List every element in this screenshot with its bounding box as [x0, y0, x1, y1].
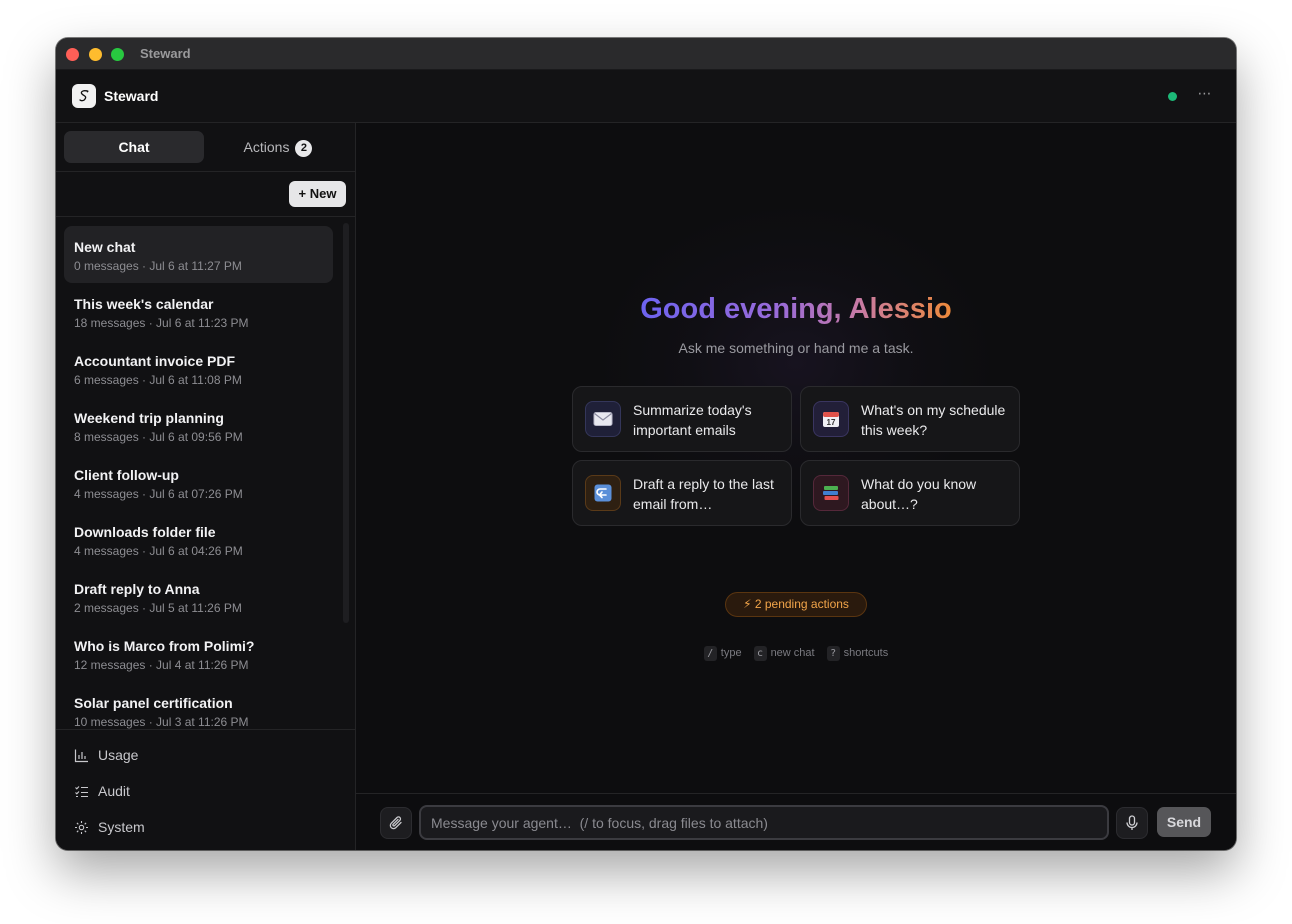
hint-shortcuts: ? shortcuts: [826, 645, 889, 661]
hint-key: c: [753, 645, 767, 661]
chat-list-item[interactable]: Client follow-up 4 messages · Jul 6 at 0…: [64, 454, 333, 511]
hint-label: new chat: [770, 647, 815, 659]
divider: [356, 793, 1236, 794]
chat-list-scrollbar[interactable]: [343, 223, 349, 623]
main-panel: Good evening, Alessio Ask me something o…: [356, 123, 1236, 850]
hint-key: ?: [826, 645, 840, 661]
tab-actions[interactable]: Actions 2: [208, 131, 348, 163]
nav-system[interactable]: System: [74, 817, 145, 837]
tab-chat[interactable]: Chat: [64, 131, 204, 163]
title-bar: Steward: [56, 38, 1236, 70]
suggestion-text: Draft a reply to the last email from…: [633, 476, 774, 512]
chat-list-item[interactable]: Weekend trip planning 8 messages · Jul 6…: [64, 397, 333, 454]
greeting-heading: Good evening, Alessio: [356, 293, 1236, 326]
reply-icon: [585, 475, 621, 511]
calendar-icon: 17: [813, 401, 849, 437]
sidebar-tabs: Chat Actions 2: [64, 131, 348, 163]
new-chat-button[interactable]: + New: [289, 181, 346, 207]
nav-audit[interactable]: Audit: [74, 781, 130, 801]
chat-meta: 6 messages · Jul 6 at 11:08 PM: [74, 373, 242, 387]
hint-new-chat: c new chat: [753, 645, 815, 661]
more-options-icon[interactable]: ⋯: [1194, 84, 1216, 106]
suggestion-card-schedule[interactable]: 17 What's on my schedule this week?: [800, 386, 1020, 452]
send-button[interactable]: Send: [1157, 807, 1211, 837]
checklist-icon: [75, 785, 88, 797]
nav-audit-label: Audit: [98, 783, 130, 799]
suggestion-text: What's on my schedule this week?: [861, 402, 1006, 438]
close-window-button[interactable]: [66, 48, 79, 61]
window-title: Steward: [140, 46, 191, 61]
microphone-icon: [1126, 815, 1138, 830]
chat-meta: 12 messages · Jul 4 at 11:26 PM: [74, 658, 249, 672]
chat-meta: 10 messages · Jul 3 at 11:26 PM: [74, 715, 249, 729]
divider: [56, 171, 356, 172]
nav-system-label: System: [98, 819, 145, 835]
chat-title: Solar panel certification: [74, 695, 233, 711]
actions-count-badge: 2: [295, 140, 313, 157]
chat-list-item[interactable]: Who is Marco from Polimi? 12 messages · …: [64, 625, 333, 682]
hint-key: /: [703, 645, 717, 661]
chat-title: New chat: [74, 239, 136, 255]
tab-actions-label: Actions: [243, 139, 290, 155]
chat-title: Accountant invoice PDF: [74, 353, 236, 369]
tab-chat-label: Chat: [118, 139, 150, 155]
maximize-window-button[interactable]: [111, 48, 124, 61]
hint-type: / type: [703, 645, 742, 661]
svg-text:17: 17: [827, 418, 836, 427]
chat-meta: 4 messages · Jul 6 at 07:26 PM: [74, 487, 243, 501]
chat-title: This week's calendar: [74, 296, 214, 312]
attach-button[interactable]: [380, 807, 412, 839]
steward-logo-icon: [72, 84, 96, 108]
chat-list-item[interactable]: Solar panel certification 10 messages · …: [64, 682, 333, 729]
suggestion-card-knowledge[interactable]: What do you know about…?: [800, 460, 1020, 526]
message-input[interactable]: [419, 805, 1109, 840]
greeting-subtitle: Ask me something or hand me a task.: [678, 340, 914, 356]
nav-usage[interactable]: Usage: [74, 745, 138, 765]
sidebar: Chat Actions 2 + New New chat 0 messages …: [56, 123, 356, 850]
nav-usage-label: Usage: [98, 747, 139, 763]
suggestion-card-emails[interactable]: Summarize today's important emails: [572, 386, 792, 452]
keyboard-hints: / type c new chat ? shortcuts: [356, 645, 1236, 661]
paperclip-icon: [389, 816, 402, 830]
suggestion-text: Summarize today's important emails: [633, 402, 752, 438]
books-icon: [813, 475, 849, 511]
chat-title: Client follow-up: [74, 467, 179, 483]
chat-list-item[interactable]: This week's calendar 18 messages · Jul 6…: [64, 283, 333, 340]
minimize-window-button[interactable]: [89, 48, 102, 61]
status-indicator: [1168, 92, 1177, 101]
app-window: Steward Steward ⋯ Chat Actions 2 + New Ne…: [56, 38, 1236, 850]
chat-list-item[interactable]: Accountant invoice PDF 6 messages · Jul …: [64, 340, 333, 397]
divider: [56, 729, 356, 730]
greeting-text: Good evening, Alessio: [640, 293, 952, 325]
pending-actions-badge[interactable]: ⚡ 2 pending actions: [725, 592, 867, 617]
suggestion-text: What do you know about…?: [861, 476, 977, 512]
chat-title: Downloads folder file: [74, 524, 216, 540]
chat-title: Weekend trip planning: [74, 410, 224, 426]
chat-meta: 4 messages · Jul 6 at 04:26 PM: [74, 544, 243, 558]
chat-meta: 0 messages · Jul 6 at 11:27 PM: [74, 259, 242, 273]
chat-meta: 18 messages · Jul 6 at 11:23 PM: [74, 316, 249, 330]
envelope-icon: [585, 401, 621, 437]
chat-meta: 8 messages · Jul 6 at 09:56 PM: [74, 430, 243, 444]
chat-list-item[interactable]: New chat 0 messages · Jul 6 at 11:27 PM: [64, 226, 333, 283]
suggestion-card-draft-reply[interactable]: Draft a reply to the last email from…: [572, 460, 792, 526]
hint-label: type: [720, 647, 742, 659]
chat-list: New chat 0 messages · Jul 6 at 11:27 PM …: [56, 217, 356, 729]
chat-list-item[interactable]: Draft reply to Anna 2 messages · Jul 5 a…: [64, 568, 333, 625]
chat-meta: 2 messages · Jul 5 at 11:26 PM: [74, 601, 242, 615]
app-name: Steward: [104, 88, 159, 104]
chat-list-item[interactable]: Downloads folder file 4 messages · Jul 6…: [64, 511, 333, 568]
gear-icon: [75, 820, 88, 834]
app-header: Steward: [56, 70, 1236, 123]
bar-chart-icon: [74, 749, 88, 762]
microphone-button[interactable]: [1116, 807, 1148, 839]
hint-label: shortcuts: [843, 647, 889, 659]
chat-title: Draft reply to Anna: [74, 581, 200, 597]
chat-title: Who is Marco from Polimi?: [74, 638, 255, 654]
